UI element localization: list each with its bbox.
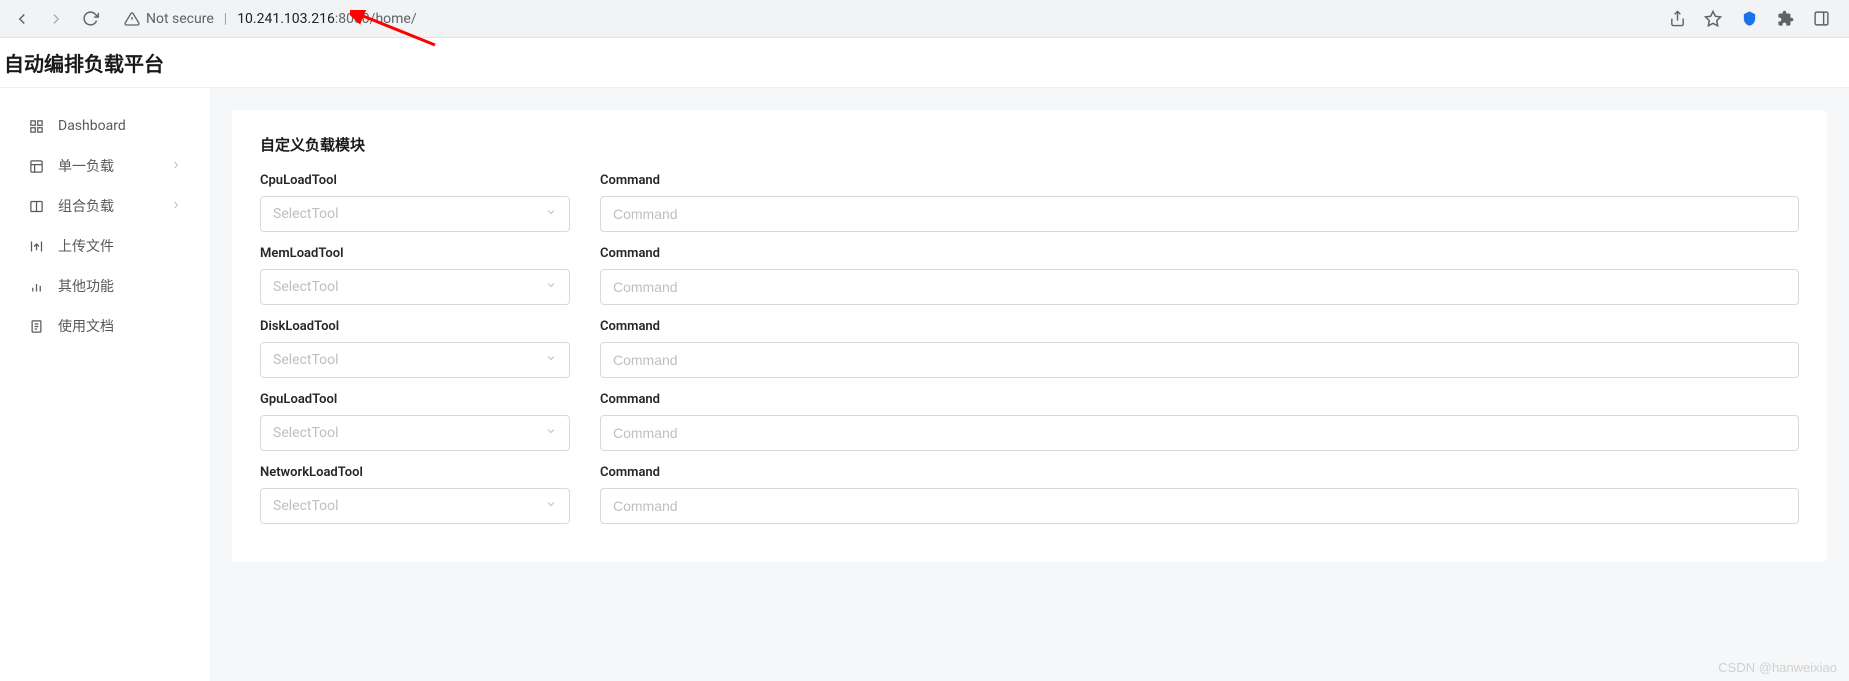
share-icon[interactable] xyxy=(1667,9,1687,29)
field-label: CpuLoadTool xyxy=(260,173,570,188)
sidebar-item-single-load[interactable]: 单一负载 xyxy=(0,146,210,186)
command-field[interactable] xyxy=(613,498,1786,514)
command-field[interactable] xyxy=(613,425,1786,441)
form-row-gpu: GpuLoadTool SelectTool Command xyxy=(260,392,1799,451)
chevron-down-icon xyxy=(545,206,557,222)
not-secure-label: Not secure xyxy=(146,11,214,27)
form-row-disk: DiskLoadTool SelectTool Command xyxy=(260,319,1799,378)
panel-icon[interactable] xyxy=(1811,9,1831,29)
field-label: Command xyxy=(600,465,1799,480)
extension-icon[interactable] xyxy=(1739,9,1759,29)
warning-icon xyxy=(124,11,140,27)
chevron-down-icon xyxy=(545,425,557,441)
layout-icon xyxy=(28,158,44,174)
app-title: 自动编排负载平台 xyxy=(4,48,164,77)
select-placeholder: SelectTool xyxy=(273,352,339,368)
field-label: MemLoadTool xyxy=(260,246,570,261)
gpu-command-input[interactable] xyxy=(600,415,1799,451)
sidebar-item-other[interactable]: 其他功能 xyxy=(0,266,210,306)
cpu-tool-select[interactable]: SelectTool xyxy=(260,196,570,232)
chart-icon xyxy=(28,278,44,294)
form-row-network: NetworkLoadTool SelectTool Command xyxy=(260,465,1799,524)
watermark: CSDN @hanweixiao xyxy=(1718,660,1837,675)
chevron-right-icon xyxy=(170,159,182,174)
field-label: Command xyxy=(600,319,1799,334)
sidebar-item-docs[interactable]: 使用文档 xyxy=(0,306,210,346)
command-field[interactable] xyxy=(613,206,1786,222)
command-field[interactable] xyxy=(613,352,1786,368)
network-tool-select[interactable]: SelectTool xyxy=(260,488,570,524)
field-label: NetworkLoadTool xyxy=(260,465,570,480)
content-area: 自定义负载模块 CpuLoadTool SelectTool Command xyxy=(210,88,1849,681)
app-header: 自动编排负载平台 xyxy=(0,38,1849,88)
disk-command-input[interactable] xyxy=(600,342,1799,378)
gpu-tool-select[interactable]: SelectTool xyxy=(260,415,570,451)
reload-button[interactable] xyxy=(80,9,100,29)
grid-icon xyxy=(28,118,44,134)
chevron-down-icon xyxy=(545,352,557,368)
form-row-cpu: CpuLoadTool SelectTool Command xyxy=(260,173,1799,232)
upload-icon xyxy=(28,238,44,254)
mem-command-input[interactable] xyxy=(600,269,1799,305)
field-label: DiskLoadTool xyxy=(260,319,570,334)
select-placeholder: SelectTool xyxy=(273,279,339,295)
sidebar-item-dashboard[interactable]: Dashboard xyxy=(0,106,210,146)
select-placeholder: SelectTool xyxy=(273,206,339,222)
document-icon xyxy=(28,318,44,334)
card-title: 自定义负载模块 xyxy=(260,134,1799,155)
sidebar-item-label: 组合负载 xyxy=(58,196,156,216)
chevron-right-icon xyxy=(170,199,182,214)
forward-button[interactable] xyxy=(46,9,66,29)
field-label: Command xyxy=(600,392,1799,407)
chevron-down-icon xyxy=(545,279,557,295)
url-text: 10.241.103.216:8000/home/ xyxy=(237,11,416,27)
sidebar-item-label: 上传文件 xyxy=(58,236,182,256)
field-label: Command xyxy=(600,246,1799,261)
form-row-mem: MemLoadTool SelectTool Command xyxy=(260,246,1799,305)
sidebar-item-upload[interactable]: 上传文件 xyxy=(0,226,210,266)
custom-load-card: 自定义负载模块 CpuLoadTool SelectTool Command xyxy=(232,110,1827,562)
cpu-command-input[interactable] xyxy=(600,196,1799,232)
browser-actions xyxy=(1667,9,1837,29)
chevron-down-icon xyxy=(545,498,557,514)
sidebar-item-label: 其他功能 xyxy=(58,276,182,296)
sidebar-item-label: Dashboard xyxy=(58,118,182,134)
field-label: Command xyxy=(600,173,1799,188)
select-placeholder: SelectTool xyxy=(273,425,339,441)
puzzle-icon[interactable] xyxy=(1775,9,1795,29)
command-field[interactable] xyxy=(613,279,1786,295)
select-placeholder: SelectTool xyxy=(273,498,339,514)
columns-icon xyxy=(28,198,44,214)
network-command-input[interactable] xyxy=(600,488,1799,524)
back-button[interactable] xyxy=(12,9,32,29)
sidebar-item-label: 单一负载 xyxy=(58,156,156,176)
field-label: GpuLoadTool xyxy=(260,392,570,407)
browser-toolbar: Not secure | 10.241.103.216:8000/home/ xyxy=(0,0,1849,38)
disk-tool-select[interactable]: SelectTool xyxy=(260,342,570,378)
security-indicator[interactable]: Not secure xyxy=(124,11,214,27)
sidebar-item-label: 使用文档 xyxy=(58,316,182,336)
address-bar[interactable]: Not secure | 10.241.103.216:8000/home/ xyxy=(114,5,1653,33)
divider: | xyxy=(224,11,227,27)
sidebar: Dashboard 单一负载 组合负载 上传文件 xyxy=(0,88,210,681)
bookmark-star-icon[interactable] xyxy=(1703,9,1723,29)
sidebar-item-combo-load[interactable]: 组合负载 xyxy=(0,186,210,226)
mem-tool-select[interactable]: SelectTool xyxy=(260,269,570,305)
